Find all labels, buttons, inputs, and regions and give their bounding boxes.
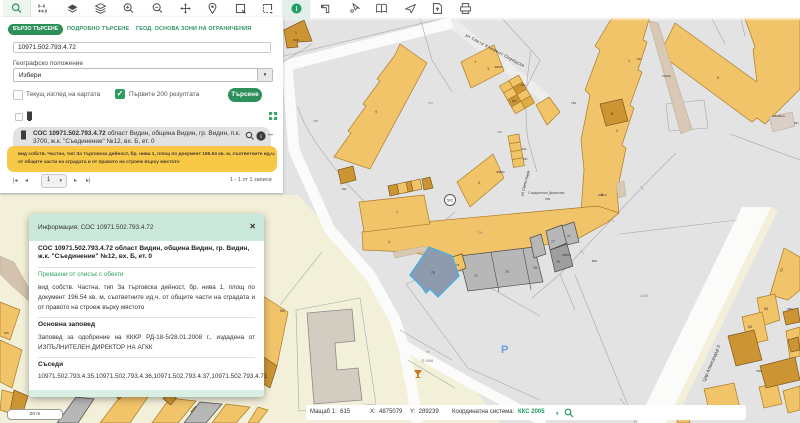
svg-text:72: 72 [431,271,435,275]
svg-text:1638: 1638 [640,294,648,298]
svg-text:P: P [501,344,508,356]
svg-text:СМкЖ: СМкЖ [662,74,671,78]
svg-text:ЖЖ: ЖЖ [293,38,299,42]
svg-text:53: 53 [764,307,768,311]
svg-text:2ММ.К: 2ММ.К [562,253,572,257]
svg-text:Ⓓ 2498: Ⓓ 2498 [421,358,433,363]
svg-text:1: 1 [295,31,297,35]
svg-text:795: 795 [497,130,502,134]
svg-text:ЛФК: ЛФК [787,307,793,311]
svg-text:708: 708 [545,197,550,201]
svg-text:799: 799 [571,101,576,105]
svg-text:4ММС: 4ММС [496,170,506,174]
svg-text:78: 78 [533,266,537,270]
svg-text:4.0: 4.0 [41,9,48,14]
svg-text:53: 53 [748,325,752,329]
svg-text:ТФК: ТФК [756,369,762,373]
svg-text:4ММС: 4ММС [494,65,504,69]
svg-text:1МебКюч: 1МебКюч [772,114,785,118]
svg-text:78: 78 [456,263,460,267]
svg-text:798: 798 [313,119,318,123]
svg-text:71: 71 [474,274,478,278]
svg-text:МЛ: МЛ [4,331,8,335]
svg-text:502: 502 [447,199,453,203]
svg-text:802: 802 [592,259,597,263]
svg-text:2ММ.К: 2ММ.К [598,193,608,197]
svg-text:797: 797 [428,101,433,105]
svg-text:76: 76 [556,260,560,264]
svg-text:i: i [295,4,297,13]
svg-text:ЖС: ЖС [280,309,286,313]
svg-text:75: 75 [567,234,571,238]
svg-text:77: 77 [551,240,555,244]
svg-text:70: 70 [505,270,509,274]
svg-text:лн: лн [426,350,430,354]
svg-text:708: 708 [477,231,483,235]
svg-text:Съединение Движение: Съединение Движение [528,191,565,195]
